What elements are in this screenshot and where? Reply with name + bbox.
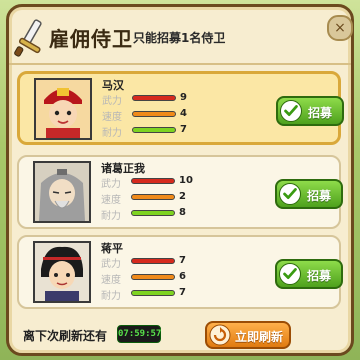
stat-value: 7: [179, 287, 186, 298]
stat-label: 耐力: [101, 291, 121, 302]
stat-label: 耐力: [101, 211, 121, 222]
recruit-button-label: 招募: [307, 269, 332, 283]
stat-value: 9: [180, 92, 187, 103]
page-title: 雇佣侍卫: [49, 27, 133, 51]
recruit-guard-panel: 雇佣侍卫 只能招募1名侍卫 × 马汉 武力 9 速度 4 耐力 7 招募 诸葛正…: [6, 4, 354, 356]
stat-bar: [132, 127, 176, 133]
checkmark-icon: [280, 100, 302, 122]
checkmark-icon: [279, 263, 301, 285]
refresh-now-button[interactable]: 立即刷新: [205, 321, 291, 349]
hero-avatar-icon: [35, 243, 89, 301]
stat-value: 7: [180, 124, 187, 135]
refresh-now-label: 立即刷新: [235, 330, 284, 344]
stat-bar: [131, 274, 175, 280]
hero-name: 马汉: [102, 79, 124, 92]
stat-value: 2: [179, 191, 186, 202]
stat-label: 武力: [101, 259, 121, 270]
hero-card[interactable]: 蒋平 武力 7 速度 6 耐力 7 招募: [17, 235, 343, 309]
recruit-button-label: 招募: [308, 106, 333, 120]
hero-card[interactable]: 诸葛正我 武力 10 速度 2 耐力 8 招募: [17, 155, 343, 229]
stat-bar: [131, 178, 175, 184]
stat-label: 武力: [102, 96, 122, 107]
stat-value: 4: [180, 108, 187, 119]
hero-portrait: [34, 78, 92, 140]
stat-bar: [131, 210, 175, 216]
sword-icon: [14, 19, 42, 57]
recruit-button[interactable]: 招募: [275, 179, 343, 209]
hero-avatar-icon: [36, 80, 90, 138]
stat-value: 8: [179, 207, 186, 218]
close-icon[interactable]: ×: [327, 15, 353, 41]
stat-label: 耐力: [102, 128, 122, 139]
stat-value: 7: [179, 255, 186, 266]
hero-name: 诸葛正我: [101, 162, 145, 175]
hero-portrait: [33, 161, 91, 223]
stat-bar: [131, 194, 175, 200]
checkmark-icon: [279, 183, 301, 205]
stat-bar: [131, 258, 175, 264]
stat-bar: [131, 290, 175, 296]
hero-portrait: [33, 241, 91, 303]
stat-value: 10: [179, 175, 193, 186]
refresh-icon: [209, 324, 231, 346]
stat-bar: [132, 95, 176, 101]
stat-label: 速度: [101, 195, 121, 206]
recruit-limit-note: 只能招募1名侍卫: [133, 31, 226, 45]
hero-card[interactable]: 马汉 武力 9 速度 4 耐力 7 招募: [17, 71, 344, 145]
stat-label: 速度: [102, 112, 122, 123]
panel-header: 雇佣侍卫 只能招募1名侍卫 ×: [9, 7, 353, 65]
stat-label: 速度: [101, 275, 121, 286]
recruit-button-label: 招募: [307, 189, 332, 203]
recruit-button[interactable]: 招募: [276, 96, 344, 126]
refresh-timer: 07:59:57: [117, 325, 161, 343]
stat-value: 6: [179, 271, 186, 282]
stat-bar: [132, 111, 176, 117]
hero-avatar-icon: [35, 163, 89, 221]
stat-label: 武力: [101, 179, 121, 190]
hero-name: 蒋平: [101, 242, 123, 255]
recruit-button[interactable]: 招募: [275, 259, 343, 289]
refresh-countdown-label: 离下次刷新还有: [23, 329, 108, 343]
